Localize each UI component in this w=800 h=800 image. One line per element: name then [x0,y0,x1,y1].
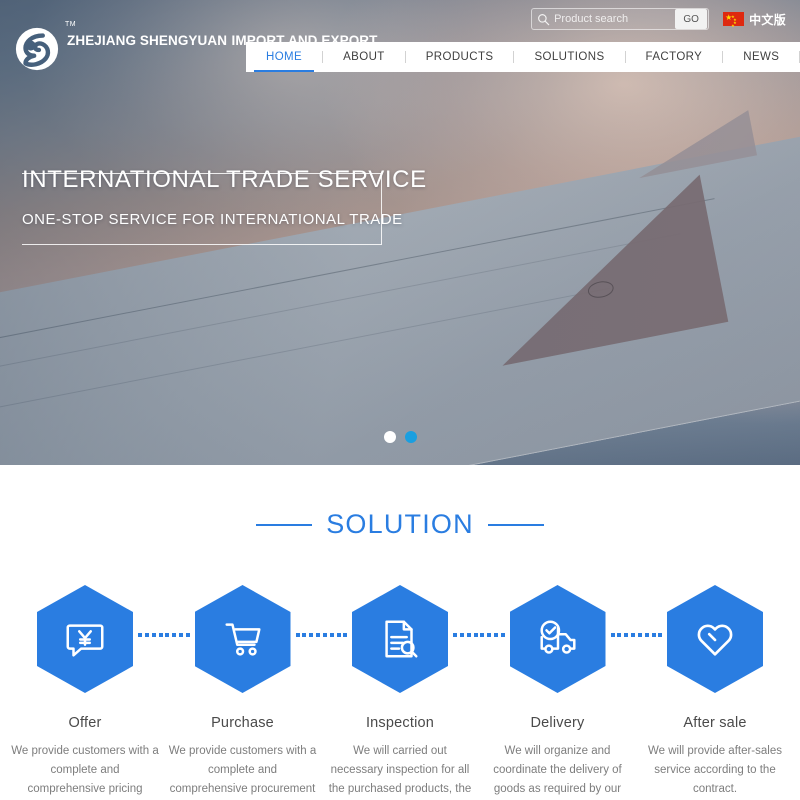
shopping-cart-icon [220,616,266,662]
slider-dot-1[interactable] [383,431,396,443]
step-icon-offer[interactable] [37,585,133,693]
nav-item-about[interactable]: ABOUT [323,42,405,72]
nav-item-solutions[interactable]: SOLUTIONS [514,42,624,72]
logo-mark-icon [14,26,60,72]
search-input[interactable] [550,13,676,25]
solution-step: Delivery We will organize and coordinate… [483,585,663,800]
slider-pagination [0,431,800,443]
product-search-box[interactable]: GO [531,8,710,30]
brand-line-1: ZHEJIANG SHENGYUAN [67,33,228,48]
china-flag-icon: ★ ★ ★ ★ ★ [723,12,745,28]
hero-subtitle: ONE-STOP SERVICE FOR INTERNATIONAL TRADE [22,211,403,228]
heading-rule-left [256,523,313,526]
language-switcher[interactable]: ★ ★ ★ ★ ★ 中文版 [723,11,786,28]
step-icon-purchase[interactable] [194,585,291,693]
step-description: We will carried out necessary inspection… [328,745,472,795]
step-title: Purchase [211,715,274,731]
nav-item-products[interactable]: PRODUCTS [406,42,514,72]
step-description: We will provide after-sales service acco… [647,745,782,795]
solution-step: Purchase We provide customers with a com… [168,585,348,800]
heading-rule-right [487,523,544,526]
solution-step: Offer We provide customers with a comple… [10,585,190,800]
solution-section: SOLUTION Offer We provide customers with… [0,465,800,800]
step-title: After sale [683,715,747,731]
slider-dot-2[interactable] [404,431,417,443]
step-icon-after-sale[interactable] [667,585,763,693]
nav-item-news[interactable]: NEWS [723,42,799,72]
solution-steps: Offer We provide customers with a comple… [0,540,800,800]
step-description: We will organize and coordinate the deli… [493,745,622,795]
nav-item-home[interactable]: HOME [246,42,322,72]
chat-yen-icon [62,616,108,662]
step-icon-delivery[interactable] [509,585,606,693]
solution-step: After sale We will provide after-sales s… [640,585,790,799]
heart-icon [692,616,738,662]
trademark-label: TM [65,21,77,28]
step-title: Delivery [530,715,585,731]
delivery-truck-check-icon [535,616,581,662]
section-heading: SOLUTION [0,509,800,540]
hero-banner: GO ★★★★★ 中文版 TM ZHEJIANG SHENGYUAN IMPOR… [0,0,800,465]
hero-caption: INTERNATIONAL TRADE SERVICE ONE-STOP SER… [22,165,427,245]
step-description: We provide customers with a complete and… [168,745,317,795]
search-go-button[interactable]: GO [675,9,708,29]
search-icon [537,13,550,26]
solution-step: Inspection We will carried out necessary… [325,585,505,800]
language-label: 中文版 [749,12,786,27]
step-description: We provide customers with a complete and… [11,745,159,795]
nav-item-factory[interactable]: FACTORY [626,42,723,72]
main-navigation: HOME ABOUT PRODUCTS SOLUTIONS FACTORY NE… [246,42,800,72]
step-icon-inspection[interactable] [352,585,448,693]
document-search-icon [377,616,423,662]
step-title: Inspection [365,715,435,731]
hero-title: INTERNATIONAL TRADE SERVICE [22,166,427,193]
step-title: Offer [68,715,102,731]
solution-heading: SOLUTION [326,509,474,539]
